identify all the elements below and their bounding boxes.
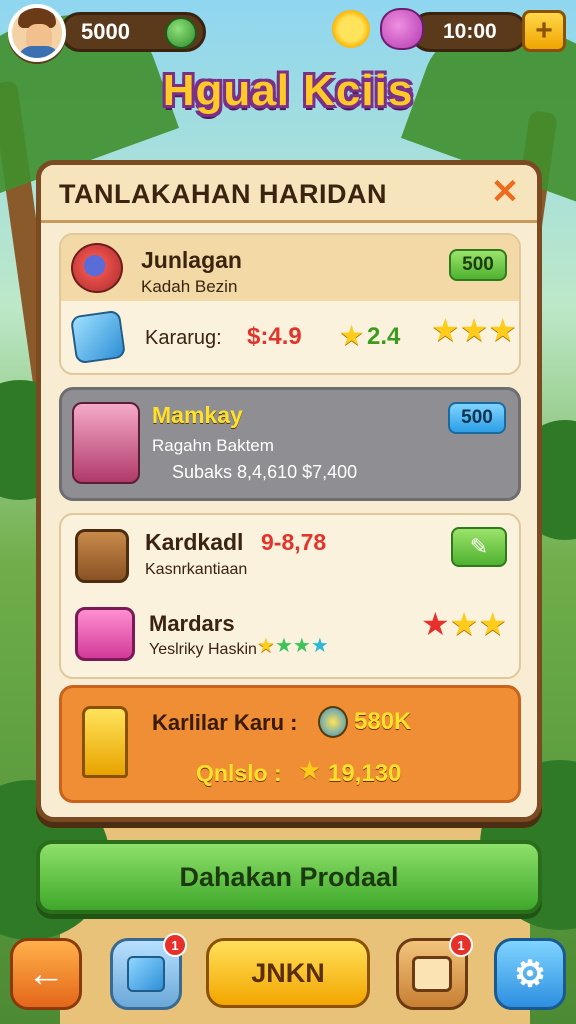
claim-rewards-label: Dahakan Prodaal	[179, 861, 399, 892]
daily-task-panel: TANLAKAHAN HARIDAN ✕ Junlagan Kadah Bezi…	[36, 160, 542, 822]
color-stars-rating: ★★★★	[257, 633, 329, 657]
back-button[interactable]: ←	[10, 938, 82, 1010]
gold-trophy-icon	[82, 706, 128, 778]
blue-cube-icon	[69, 309, 127, 365]
reward-summary-card: Karlilar Karu : 580K Qnlslo : ★ 19,130	[59, 685, 521, 803]
card3-item2-subtitle: Yeslriky Haskin	[149, 641, 257, 658]
reward-line1-label: Karlilar Karu :	[152, 710, 298, 735]
top-hud: 5000 10:00 +	[0, 0, 576, 64]
card3-item2-title: Mardars	[149, 611, 235, 636]
star-icon: ★	[298, 756, 322, 786]
main-action-label: JNKN	[251, 957, 325, 988]
wooden-crate-icon	[75, 529, 129, 583]
card3-subtitle: Kasnrkantiaan	[145, 561, 248, 578]
star-icon: ★	[257, 633, 275, 657]
card3-title-value: 9-8,78	[261, 529, 327, 555]
settings-button[interactable]: ⚙	[494, 938, 566, 1010]
star-icon: ★	[459, 311, 489, 349]
star-icon: ★	[274, 633, 293, 657]
star-icon: ★	[478, 605, 508, 643]
crate-button[interactable]: 1	[396, 933, 473, 1010]
card1-title: Junlagan	[141, 247, 242, 273]
coin-counter[interactable]: 5000	[60, 12, 206, 52]
green-gem-icon	[165, 17, 197, 49]
card2-detail: Subaks 8,4,610 $7,400	[172, 462, 358, 482]
card1-line-label: Kararug:	[145, 327, 222, 349]
reward-line2-value: 19,130	[328, 760, 402, 787]
arrow-left-icon: ←	[27, 952, 65, 995]
card1-line-value-red: $:4.9	[247, 323, 302, 350]
claim-rewards-button[interactable]: Dahakan Prodaal	[36, 840, 542, 914]
reward-stars-cluster: ★★★	[421, 605, 507, 643]
timer-value: 10:00	[443, 20, 497, 43]
game-title: Hgual Kciis	[162, 66, 414, 115]
inventory-notification-badge: 1	[163, 933, 187, 957]
reward-line1-value: 580K	[354, 708, 412, 735]
star-icon: ★	[488, 311, 518, 349]
add-currency-button[interactable]: +	[522, 10, 566, 52]
star-icon: ★	[431, 311, 460, 349]
card1-subtitle: Kadah Bezin	[141, 277, 238, 296]
panel-title: TANLAKAHAN HARIDAN	[59, 179, 387, 209]
star-icon: ★	[339, 319, 365, 352]
bottom-navigation: ← 1 JNKN 1 ⚙	[0, 932, 576, 1024]
edit-button[interactable]: ✎	[451, 527, 507, 567]
player-avatar[interactable]	[8, 4, 66, 62]
pink-treasure-box-icon	[75, 607, 135, 661]
star-icon: ★	[310, 633, 329, 657]
sun-icon[interactable]	[332, 10, 370, 48]
task-card-1[interactable]: Junlagan Kadah Bezin 500 Kararug: $:4.9 …	[59, 233, 521, 375]
coin-value: 5000	[81, 19, 130, 44]
card2-reward-badge[interactable]: 500	[448, 402, 506, 434]
close-button[interactable]: ✕	[487, 175, 523, 211]
star-icon: ★	[449, 605, 479, 643]
task-card-2[interactable]: Mamkay Ragahn Baktem Subaks 8,4,610 $7,4…	[59, 387, 521, 501]
card2-title: Mamkay	[152, 402, 243, 428]
card3-title: Kardkadl	[145, 529, 244, 555]
card2-subtitle: Ragahn Baktem	[152, 436, 274, 455]
character-portrait-icon	[72, 402, 140, 484]
star-icon: ★	[421, 605, 450, 643]
three-stars-rating: ★★★	[431, 311, 517, 349]
crate-notification-badge: 1	[449, 933, 473, 957]
reward-line2-label: Qnlslo :	[196, 760, 282, 786]
crate-icon	[412, 956, 452, 992]
gear-icon: ⚙	[513, 953, 547, 994]
inventory-button[interactable]: 1	[110, 933, 187, 1010]
task-card-3[interactable]: Kardkadl 9-8,78 Kasnrkantiaan ✎ Mardars …	[59, 513, 521, 679]
star-icon: ★	[292, 633, 311, 657]
main-action-button[interactable]: JNKN	[206, 938, 370, 1008]
energy-timer: 10:00	[410, 12, 528, 52]
shield-coin-icon	[318, 706, 348, 738]
panel-header: TANLAKAHAN HARIDAN ✕	[41, 165, 537, 223]
pencil-icon: ✎	[469, 534, 489, 560]
card1-reward-badge[interactable]: 500	[449, 249, 507, 281]
pet-creature-icon[interactable]	[380, 8, 424, 50]
cube-icon	[127, 956, 165, 992]
card1-line-value-green: 2.4	[367, 323, 401, 350]
alarm-robot-icon	[71, 243, 123, 293]
